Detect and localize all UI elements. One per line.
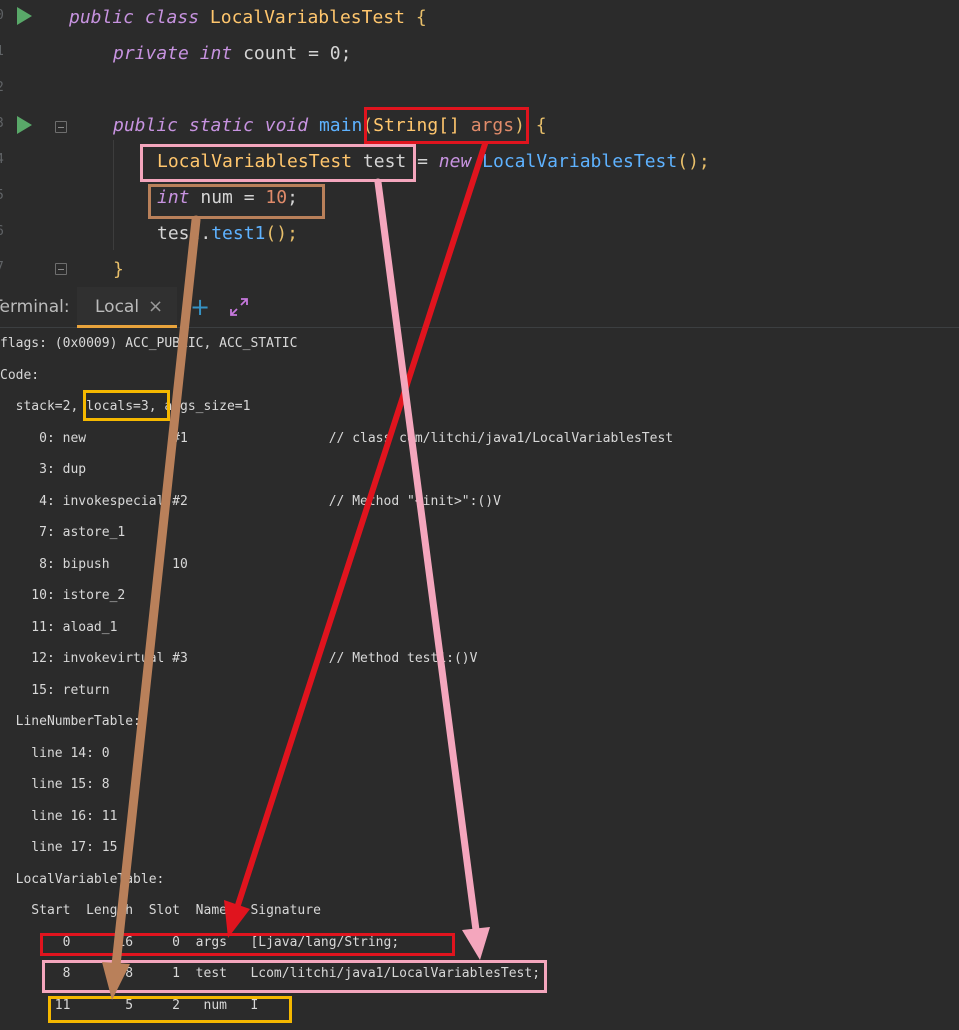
- terminal-output[interactable]: flags: (0x0009) ACC_PUBLIC, ACC_STATIC C…: [0, 328, 959, 1030]
- highlight-box-row-args: [40, 933, 455, 956]
- terminal-line: 15: return: [0, 683, 110, 698]
- line-number: 3: [0, 116, 4, 131]
- terminal-line: LineNumberTable:: [0, 714, 141, 729]
- line-number: 5: [0, 188, 4, 203]
- highlight-box-locals: [83, 390, 170, 421]
- fold-icon[interactable]: [55, 263, 67, 275]
- terminal-line: 7: astore_1: [0, 525, 126, 540]
- line-number: 7: [0, 260, 4, 275]
- highlight-box-row-num: [48, 996, 292, 1023]
- highlight-box-row-test: [42, 960, 547, 993]
- line-number: 4: [0, 152, 4, 167]
- terminal-line: LocalVariableTable:: [0, 872, 165, 887]
- terminal-line: 11: aload_1: [0, 620, 118, 635]
- line-number: 0: [0, 8, 4, 23]
- code-line-class-decl: public class LocalVariablesTest {: [69, 7, 427, 28]
- terminal-line: line 15: 8: [0, 777, 110, 792]
- line-number: 1: [0, 44, 4, 59]
- code-line-method-call: test.test1();: [157, 223, 298, 244]
- terminal-line: flags: (0x0009) ACC_PUBLIC, ACC_STATIC: [0, 336, 298, 351]
- terminal-line: 8: bipush 10: [0, 557, 188, 572]
- terminal-line: line 14: 0: [0, 746, 110, 761]
- run-main-icon[interactable]: [17, 116, 32, 134]
- highlight-box-test: [140, 144, 416, 182]
- terminal-label: Terminal:: [0, 297, 70, 317]
- terminal-tab-bar: Terminal: Local × +: [0, 287, 959, 328]
- run-class-icon[interactable]: [17, 7, 32, 25]
- close-tab-icon[interactable]: ×: [148, 296, 163, 317]
- code-line-field: private int count = 0;: [113, 43, 352, 64]
- terminal-line: 10: istore_2: [0, 588, 126, 603]
- terminal-line: 3: dup: [0, 462, 87, 477]
- indent-guide: [113, 140, 114, 250]
- terminal-line: line 16: 11: [0, 809, 118, 824]
- highlight-box-args: [364, 107, 529, 144]
- terminal-line: 4: invokespecial #2 // Method "<init>":(…: [0, 494, 501, 509]
- tab-local-label: Local: [95, 297, 140, 317]
- tab-local[interactable]: Local ×: [77, 287, 177, 328]
- terminal-line: 0: new #1 // class com/litchi/java1/Loca…: [0, 431, 674, 446]
- maximize-icon[interactable]: [228, 296, 250, 318]
- code-line-close-brace: }: [113, 259, 124, 280]
- terminal-line: Start Length Slot Name Signature: [0, 903, 321, 918]
- line-number: 6: [0, 224, 4, 239]
- highlight-box-num: [148, 184, 325, 219]
- terminal-line: 12: invokevirtual #3 // Method test1:()V: [0, 651, 478, 666]
- line-number: 2: [0, 80, 4, 95]
- terminal-line: line 17: 15: [0, 840, 118, 855]
- fold-icon[interactable]: [55, 121, 67, 133]
- terminal-line: Code:: [0, 368, 40, 383]
- add-tab-icon[interactable]: +: [190, 293, 210, 321]
